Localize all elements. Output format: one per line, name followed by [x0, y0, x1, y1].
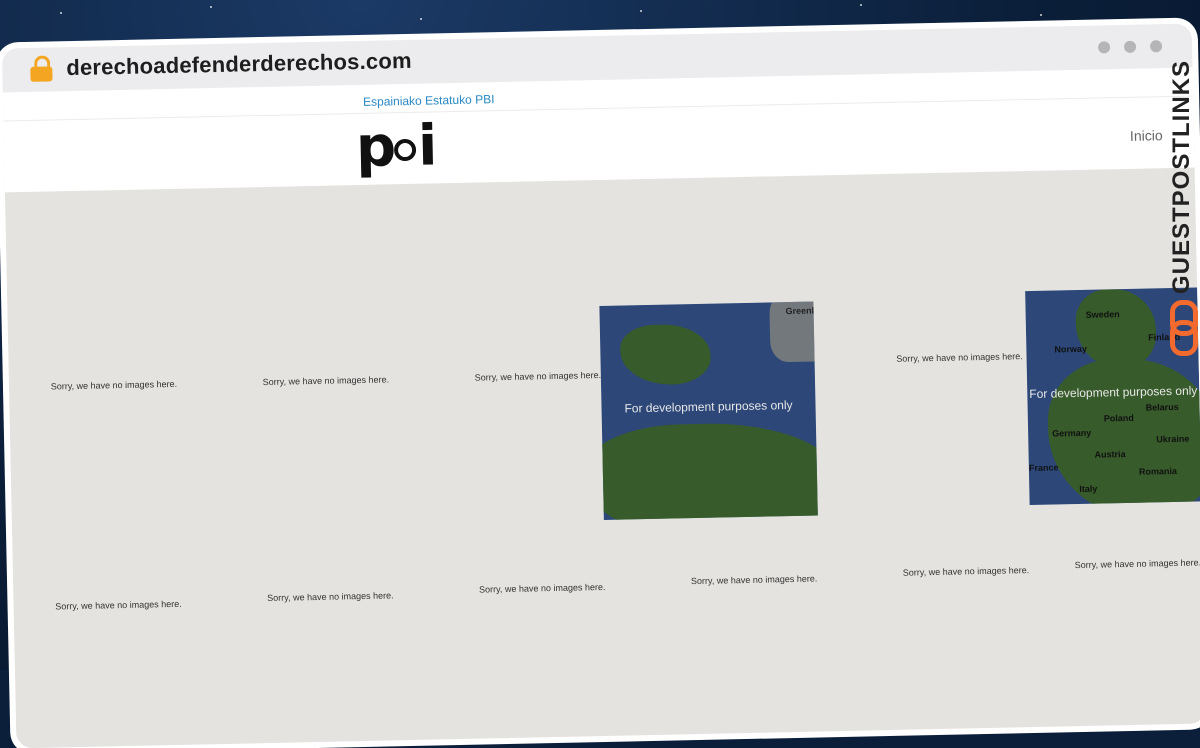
no-image-text: Sorry, we have no images here. [896, 351, 1023, 364]
gallery-item: Sorry, we have no images here. [647, 473, 861, 687]
nav-inicio[interactable]: Inicio [1130, 127, 1163, 144]
guestpostlinks-badge: GUESTPOSTLINKS [1168, 60, 1195, 295]
dot-icon [1123, 40, 1137, 53]
gallery-item: Sorry, we have no images here. [11, 498, 225, 712]
no-image-text: Sorry, we have no images here. [478, 581, 606, 595]
window-menu-dots[interactable] [1097, 40, 1163, 54]
dot-icon [1149, 40, 1163, 53]
browser-window: derechoadefenderderechos.com Espainiako … [1, 23, 1200, 748]
pbi-logo[interactable]: pi [355, 113, 434, 180]
no-image-text: Sorry, we have no images here. [50, 378, 178, 392]
lock-icon [30, 55, 53, 82]
web-page: Espainiako Estatuko PBI pi Inicio Sorry,… [2, 67, 1200, 748]
no-image-text: Sorry, we have no images here. [690, 573, 818, 587]
no-image-text: Sorry, we have no images here. [902, 565, 1030, 578]
gallery-item: Sorry, we have no images here. [7, 278, 221, 492]
image-gallery: Sorry, we have no images here. Sorry, we… [4, 167, 1200, 748]
no-image-text: Sorry, we have no images here. [55, 598, 182, 612]
gallery-item: Sorry, we have no images here. [859, 464, 1073, 678]
gallery-item: Sorry, we have no images here. [435, 481, 649, 695]
chain-link-icon [1170, 300, 1198, 356]
region-link[interactable]: Espainiako Estatuko PBI [363, 92, 495, 109]
gallery-item: Sorry, we have no images here. [223, 490, 437, 704]
gallery-item: Sorry, we have no images here. [219, 274, 433, 488]
no-image-text: Sorry, we have no images here. [474, 369, 602, 383]
no-image-text: Sorry, we have no images here. [1074, 557, 1200, 571]
no-image-text: Sorry, we have no images here. [262, 374, 390, 388]
gallery-item: Sorry, we have no images here. [1071, 457, 1200, 670]
dot-icon [1097, 41, 1111, 54]
url-text[interactable]: derechoadefenderderechos.com [66, 48, 412, 81]
no-image-text: Sorry, we have no images here. [267, 590, 394, 604]
